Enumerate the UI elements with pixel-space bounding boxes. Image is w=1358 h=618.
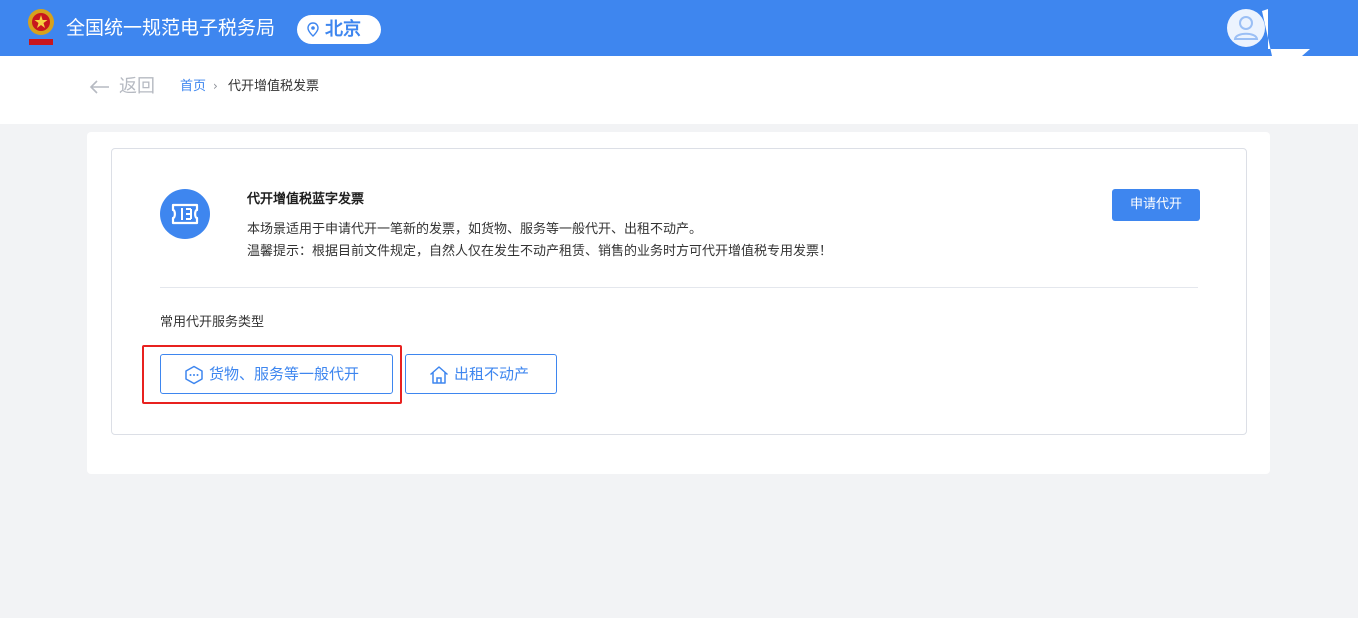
region-label: 北京 [325,19,361,40]
breadcrumb-separator: › [213,79,218,93]
back-button[interactable]: 返回 [119,75,155,99]
type-goods-services-button[interactable]: 货物、服务等一般代开 [160,354,393,394]
service-description: 本场景适用于申请代开一笔新的发票，如货物、服务等一般代开、出租不动产。 [247,222,703,237]
service-title: 代开增值税蓝字发票 [247,192,365,207]
breadcrumb-home-link[interactable]: 首页 [180,78,206,96]
box-icon [185,365,203,385]
type-goods-services-label: 货物、服务等一般代开 [209,365,360,383]
breadcrumb-current: 代开增值税发票 [228,79,320,94]
region-selector[interactable]: 北京 [297,15,381,44]
apply-button[interactable]: 申请代开 [1112,189,1200,221]
tax-emblem-icon [28,9,54,45]
user-avatar-icon[interactable] [1226,8,1266,48]
section-label: 常用代开服务类型 [160,315,265,330]
type-rent-property-label: 出租不动产 [454,365,530,383]
breadcrumb-bar: 返回 首页 › 代开增值税发票 [0,56,1358,124]
app-title: 全国统一规范电子税务局 [66,17,276,39]
back-arrow-icon[interactable] [89,78,111,96]
service-tip: 温馨提示：根据目前文件规定，自然人仅在发生不动产租赁、销售的业务时方可代开增值税… [247,244,833,259]
user-menu-fold-icon[interactable] [1262,9,1312,57]
house-icon [430,366,448,384]
ticket-icon [160,189,210,239]
type-rent-property-button[interactable]: 出租不动产 [405,354,557,394]
location-pin-icon [307,22,319,37]
divider [160,287,1198,288]
top-header: 全国统一规范电子税务局 北京 [0,0,1358,56]
